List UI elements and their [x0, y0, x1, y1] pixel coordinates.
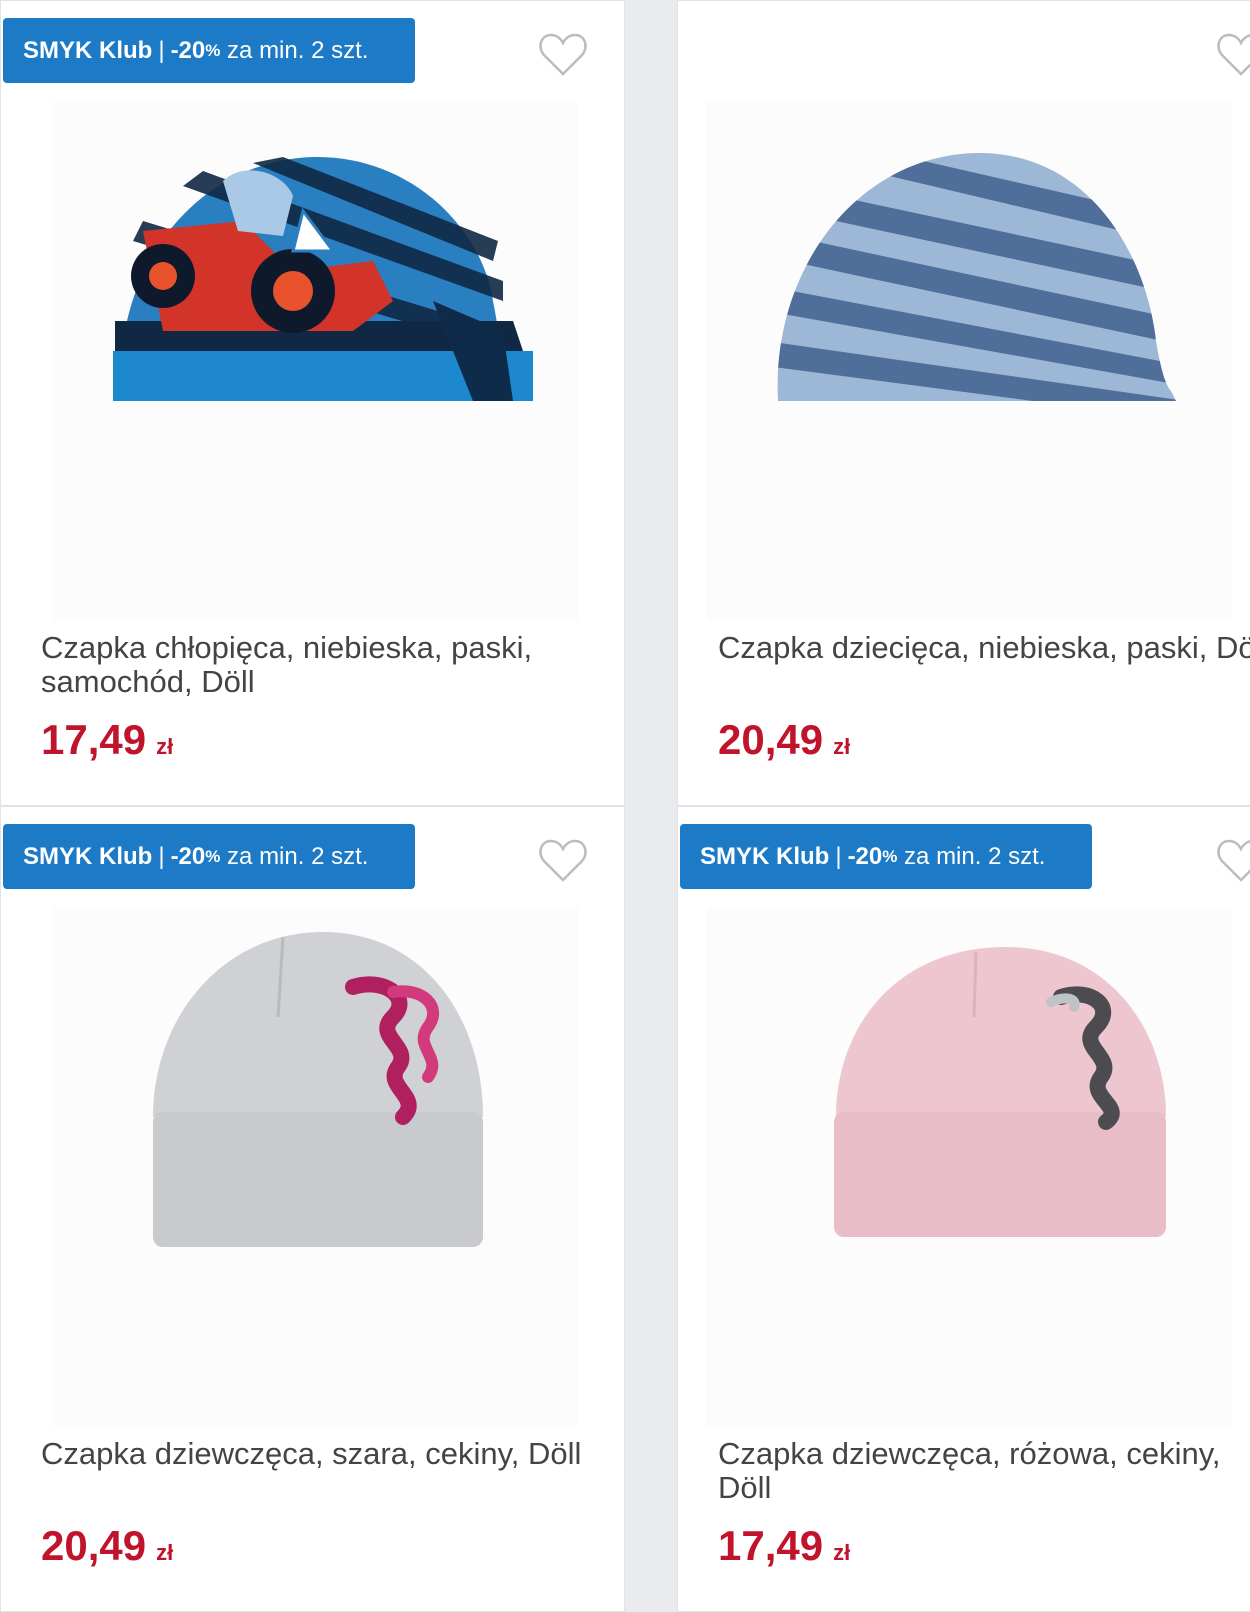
- product-card[interactable]: SMYK Klub | -20% za min. 2 szt. Czapka c…: [0, 0, 625, 806]
- product-title[interactable]: Czapka dziewczęca, różowa, cekiny, Döll: [718, 1437, 1250, 1505]
- product-price: 17,49 zł: [718, 1522, 850, 1570]
- product-price: 17,49 zł: [41, 716, 173, 764]
- badge-brand: SMYK Klub: [23, 842, 153, 870]
- smyk-klub-badge: SMYK Klub | -20% za min. 2 szt.: [680, 824, 1092, 889]
- price-currency: zł: [156, 1540, 174, 1565]
- price-value: 17,49: [41, 716, 147, 763]
- product-image[interactable]: [706, 101, 1231, 621]
- price-currency: zł: [833, 734, 851, 759]
- price-currency: zł: [156, 734, 174, 759]
- product-image[interactable]: [706, 907, 1231, 1427]
- badge-discount: -20: [847, 842, 883, 870]
- smyk-klub-badge: SMYK Klub | -20% za min. 2 szt.: [3, 824, 415, 889]
- badge-discount: -20: [170, 36, 206, 64]
- product-price: 20,49 zł: [41, 1522, 173, 1570]
- badge-discount: -20: [170, 842, 206, 870]
- badge-condition: za min. 2 szt.: [904, 842, 1046, 870]
- product-card[interactable]: SMYK Klub | -20% za min. 2 szt. Czapka d…: [677, 806, 1250, 1612]
- heart-icon[interactable]: [538, 837, 588, 883]
- badge-percent: %: [205, 40, 221, 60]
- badge-condition: za min. 2 szt.: [227, 842, 369, 870]
- product-image[interactable]: [53, 907, 578, 1427]
- product-title[interactable]: Czapka chłopięca, niebieska, paski, samo…: [41, 631, 601, 699]
- product-grid: SMYK Klub | -20% za min. 2 szt. Czapka c…: [0, 0, 1250, 1612]
- product-title[interactable]: Czapka dziecięca, niebieska, paski, Döll: [718, 631, 1250, 665]
- badge-separator: |: [158, 36, 165, 64]
- product-card[interactable]: Czapka dziecięca, niebieska, paski, Döll…: [677, 0, 1250, 806]
- product-price: 20,49 zł: [718, 716, 850, 764]
- heart-icon[interactable]: [538, 31, 588, 77]
- badge-percent: %: [882, 846, 898, 866]
- smyk-klub-badge: SMYK Klub | -20% za min. 2 szt.: [3, 18, 415, 83]
- badge-condition: za min. 2 szt.: [227, 36, 369, 64]
- badge-separator: |: [158, 842, 165, 870]
- product-image[interactable]: [53, 101, 578, 621]
- price-currency: zł: [833, 1540, 851, 1565]
- heart-icon[interactable]: [1216, 31, 1250, 77]
- badge-separator: |: [835, 842, 842, 870]
- badge-percent: %: [205, 846, 221, 866]
- product-title[interactable]: Czapka dziewczęca, szara, cekiny, Döll: [41, 1437, 601, 1471]
- badge-brand: SMYK Klub: [23, 36, 153, 64]
- price-value: 20,49: [718, 716, 824, 763]
- price-value: 17,49: [718, 1522, 824, 1569]
- price-value: 20,49: [41, 1522, 147, 1569]
- badge-brand: SMYK Klub: [700, 842, 830, 870]
- heart-icon[interactable]: [1216, 837, 1250, 883]
- product-card[interactable]: SMYK Klub | -20% za min. 2 szt. Czapka d…: [0, 806, 625, 1612]
